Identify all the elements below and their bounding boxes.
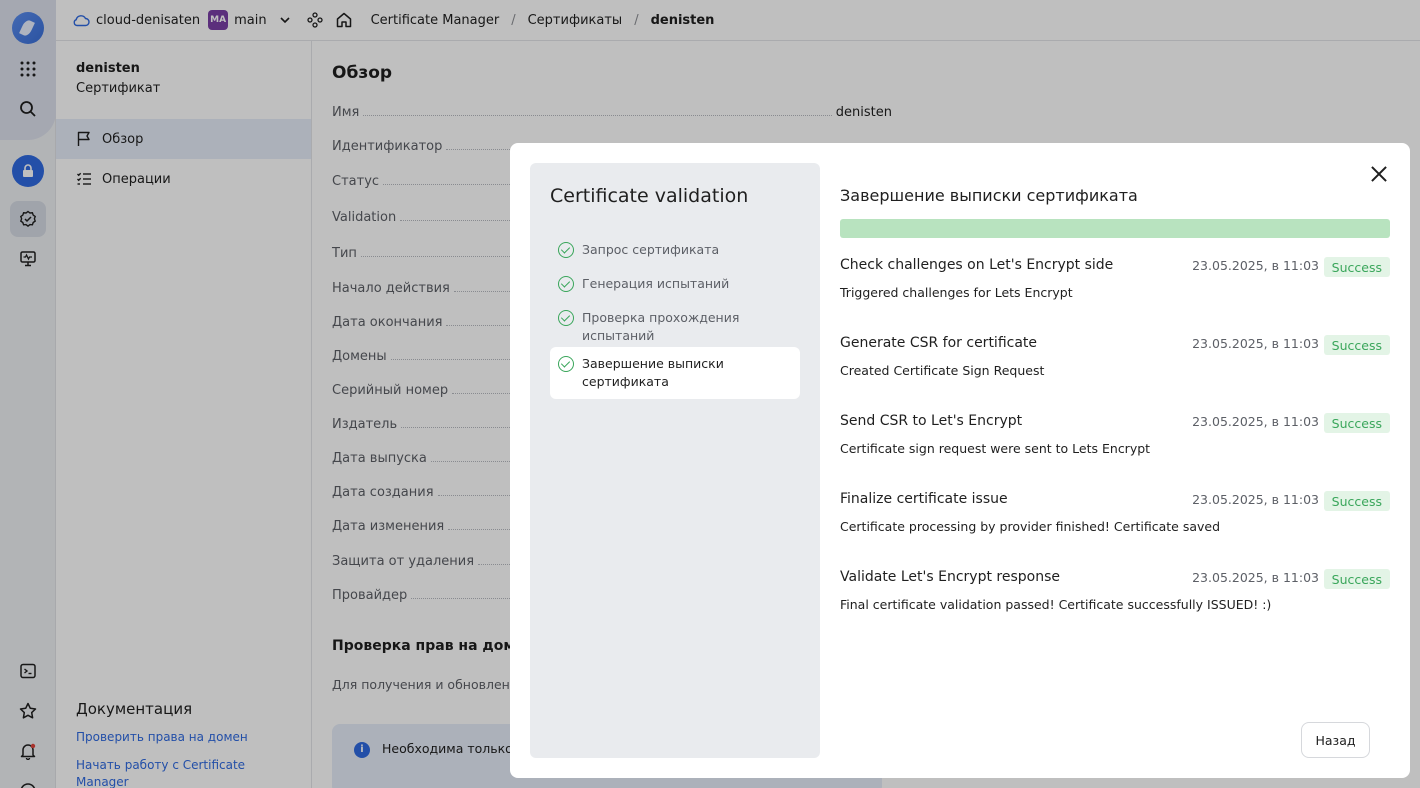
entry-timestamp: 23.05.2025, в 11:03: [1192, 492, 1319, 507]
steps-title: Certificate validation: [550, 185, 749, 207]
entry-timestamp: 23.05.2025, в 11:03: [1192, 570, 1319, 585]
check-circle-icon: [558, 310, 574, 326]
status-badge: Success: [1323, 413, 1390, 433]
operation-entry: Generate CSR for certificate 23.05.2025, …: [840, 335, 1390, 395]
status-badge: Success: [1323, 335, 1390, 355]
status-badge: Success: [1323, 257, 1390, 277]
entry-title: Check challenges on Let's Encrypt side: [840, 257, 1114, 273]
back-button[interactable]: Назад: [1301, 722, 1370, 758]
step-label: Проверка прохождения испытаний: [582, 310, 740, 343]
entry-title: Send CSR to Let's Encrypt: [840, 413, 1023, 429]
step-finalize[interactable]: Завершение выписки сертификата: [550, 347, 800, 399]
entry-timestamp: 23.05.2025, в 11:03: [1192, 258, 1319, 273]
entry-description: Created Certificate Sign Request: [840, 363, 1045, 378]
validation-steps-panel: Certificate validation Запрос сертификат…: [530, 163, 820, 758]
check-circle-icon: [558, 276, 574, 292]
entry-title: Finalize certificate issue: [840, 491, 1008, 507]
status-badge: Success: [1323, 491, 1390, 511]
certificate-validation-dialog: Certificate validation Запрос сертификат…: [510, 143, 1410, 778]
entry-timestamp: 23.05.2025, в 11:03: [1192, 336, 1319, 351]
step-generate-challenges[interactable]: Генерация испытаний: [550, 267, 800, 301]
entry-description: Final certificate validation passed! Cer…: [840, 597, 1272, 612]
step-label: Запрос сертификата: [582, 242, 720, 257]
step-detail-panel: Завершение выписки сертификата Check cha…: [840, 143, 1390, 778]
entry-title: Generate CSR for certificate: [840, 335, 1038, 351]
check-circle-icon: [558, 356, 574, 372]
entry-description: Certificate sign request were sent to Le…: [840, 441, 1151, 456]
step-request[interactable]: Запрос сертификата: [550, 233, 800, 267]
operation-entry: Check challenges on Let's Encrypt side 23…: [840, 257, 1390, 317]
operation-entry: Validate Let's Encrypt response 23.05.202…: [840, 569, 1390, 629]
entry-title: Validate Let's Encrypt response: [840, 569, 1060, 585]
entry-description: Triggered challenges for Lets Encrypt: [840, 285, 1073, 300]
status-badge: Success: [1323, 569, 1390, 589]
detail-title: Завершение выписки сертификата: [840, 186, 1138, 205]
close-icon[interactable]: [1370, 165, 1388, 183]
operation-entry: Finalize certificate issue 23.05.2025, в …: [840, 491, 1390, 551]
step-check-challenges[interactable]: Проверка прохождения испытаний: [550, 301, 800, 353]
step-label: Завершение выписки сертификата: [582, 356, 724, 389]
entry-description: Certificate processing by provider finis…: [840, 519, 1221, 534]
check-circle-icon: [558, 242, 574, 258]
progress-bar: [840, 219, 1390, 238]
entry-timestamp: 23.05.2025, в 11:03: [1192, 414, 1319, 429]
step-label: Генерация испытаний: [582, 276, 730, 291]
operation-entry: Send CSR to Let's Encrypt 23.05.2025, в 1…: [840, 413, 1390, 473]
